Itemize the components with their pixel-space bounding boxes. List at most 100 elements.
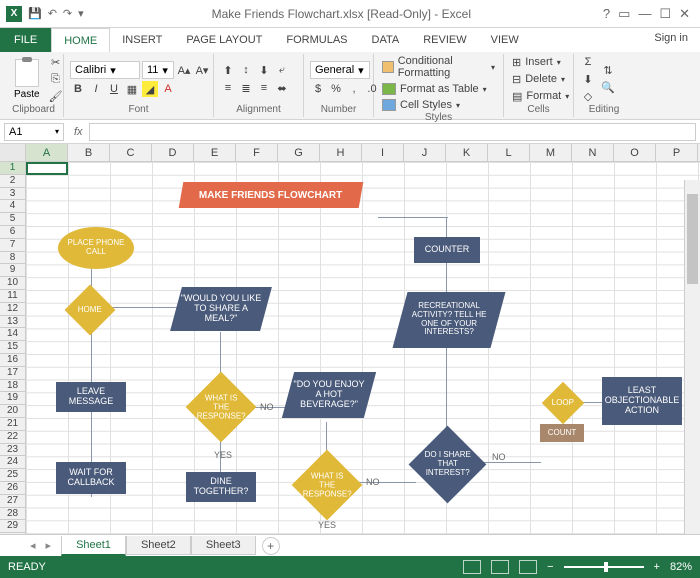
shape-loop[interactable]: LOOP bbox=[542, 382, 584, 424]
conditional-formatting-button[interactable]: Conditional Formatting▾ bbox=[380, 54, 497, 80]
font-size-dropdown[interactable]: 11▾ bbox=[142, 61, 174, 79]
tab-page-layout[interactable]: PAGE LAYOUT bbox=[174, 28, 274, 52]
maximize-icon[interactable]: ☐ bbox=[659, 6, 671, 22]
sort-filter-icon[interactable]: ⇅ bbox=[600, 63, 616, 79]
increase-font-icon[interactable]: A▴ bbox=[176, 62, 192, 78]
close-icon[interactable]: ✕ bbox=[679, 6, 690, 22]
row-header[interactable]: 24 bbox=[0, 456, 25, 469]
cell-grid[interactable]: MAKE FRIENDS FLOWCHART PLACE PHONE CALL … bbox=[26, 162, 700, 534]
align-top-icon[interactable]: ⬆ bbox=[220, 62, 236, 78]
format-cells-button[interactable]: ▤Format▾ bbox=[510, 89, 571, 104]
col-header[interactable]: J bbox=[404, 144, 446, 161]
font-color-button[interactable]: A bbox=[160, 81, 176, 97]
autosum-icon[interactable]: Σ bbox=[580, 54, 596, 70]
col-header[interactable]: P bbox=[656, 144, 698, 161]
row-header[interactable]: 28 bbox=[0, 508, 25, 521]
scroll-thumb[interactable] bbox=[687, 194, 698, 284]
row-header[interactable]: 26 bbox=[0, 482, 25, 495]
shape-count[interactable]: COUNT bbox=[540, 424, 584, 442]
row-header[interactable]: 17 bbox=[0, 367, 25, 380]
col-header[interactable]: M bbox=[530, 144, 572, 161]
row-header[interactable]: 15 bbox=[0, 341, 25, 354]
col-header[interactable]: E bbox=[194, 144, 236, 161]
row-header[interactable]: 4 bbox=[0, 200, 25, 213]
name-box[interactable]: A1▾ bbox=[4, 123, 64, 141]
view-normal-icon[interactable] bbox=[463, 560, 481, 574]
save-icon[interactable]: 💾 bbox=[28, 7, 42, 20]
sign-in-link[interactable]: Sign in bbox=[642, 28, 700, 52]
row-header[interactable]: 25 bbox=[0, 469, 25, 482]
shape-least-objectionable[interactable]: LEAST OBJECTIONABLE ACTION bbox=[602, 377, 682, 425]
tab-home[interactable]: HOME bbox=[51, 28, 110, 52]
minimize-icon[interactable]: — bbox=[638, 6, 651, 22]
col-header[interactable]: B bbox=[68, 144, 110, 161]
tab-review[interactable]: REVIEW bbox=[411, 28, 478, 52]
comma-icon[interactable]: , bbox=[346, 81, 362, 97]
row-header[interactable]: 10 bbox=[0, 277, 25, 290]
cell-styles-button[interactable]: Cell Styles▾ bbox=[380, 98, 497, 112]
row-header[interactable]: 12 bbox=[0, 303, 25, 316]
sheet-nav-left-icon[interactable]: ◂ bbox=[30, 539, 36, 552]
row-header[interactable]: 18 bbox=[0, 380, 25, 393]
paste-button[interactable]: Paste bbox=[10, 57, 44, 102]
align-center-icon[interactable]: ≣ bbox=[238, 80, 254, 96]
qat-dropdown-icon[interactable]: ▾ bbox=[78, 7, 84, 20]
row-header[interactable]: 19 bbox=[0, 392, 25, 405]
undo-icon[interactable]: ↶ bbox=[48, 7, 57, 20]
row-header[interactable]: 22 bbox=[0, 431, 25, 444]
shape-home[interactable]: HOME bbox=[65, 285, 116, 336]
col-header[interactable]: N bbox=[572, 144, 614, 161]
fill-color-button[interactable]: ◢ bbox=[142, 81, 158, 97]
row-header[interactable]: 5 bbox=[0, 213, 25, 226]
shape-hot-beverage[interactable]: "DO YOU ENJOY A HOT BEVERAGE?" bbox=[282, 372, 376, 418]
tab-formulas[interactable]: FORMULAS bbox=[274, 28, 359, 52]
select-all-corner[interactable] bbox=[0, 144, 26, 161]
redo-icon[interactable]: ↷ bbox=[63, 7, 72, 20]
underline-button[interactable]: U bbox=[106, 81, 122, 97]
find-select-icon[interactable]: 🔍 bbox=[600, 80, 616, 96]
sheet-tab-3[interactable]: Sheet3 bbox=[191, 536, 256, 555]
number-format-dropdown[interactable]: General▾ bbox=[310, 61, 370, 79]
merge-icon[interactable]: ⬌ bbox=[274, 80, 290, 96]
border-button[interactable]: ▦ bbox=[124, 81, 140, 97]
col-header[interactable]: O bbox=[614, 144, 656, 161]
row-header[interactable]: 1 bbox=[0, 162, 25, 175]
view-page-break-icon[interactable] bbox=[519, 560, 537, 574]
shape-response-1[interactable]: WHAT IS THE RESPONSE? bbox=[186, 372, 257, 443]
tab-insert[interactable]: INSERT bbox=[110, 28, 174, 52]
currency-icon[interactable]: $ bbox=[310, 81, 326, 97]
percent-icon[interactable]: % bbox=[328, 81, 344, 97]
row-header[interactable]: 11 bbox=[0, 290, 25, 303]
bold-button[interactable]: B bbox=[70, 81, 86, 97]
copy-icon[interactable]: ⎘ bbox=[48, 71, 64, 87]
sheet-tab-1[interactable]: Sheet1 bbox=[61, 536, 126, 556]
font-name-dropdown[interactable]: Calibri▾ bbox=[70, 61, 140, 79]
col-header[interactable]: D bbox=[152, 144, 194, 161]
shape-recreational[interactable]: RECREATIONAL ACTIVITY? TELL HE ONE OF YO… bbox=[392, 292, 505, 348]
align-bottom-icon[interactable]: ⬇ bbox=[256, 62, 272, 78]
row-header[interactable]: 14 bbox=[0, 328, 25, 341]
delete-cells-button[interactable]: ⊟Delete▾ bbox=[510, 72, 571, 87]
decrease-font-icon[interactable]: A▾ bbox=[194, 62, 210, 78]
col-header[interactable]: G bbox=[278, 144, 320, 161]
row-header[interactable]: 8 bbox=[0, 252, 25, 265]
row-header[interactable]: 27 bbox=[0, 495, 25, 508]
row-header[interactable]: 2 bbox=[0, 175, 25, 188]
zoom-out-button[interactable]: − bbox=[547, 561, 553, 573]
align-middle-icon[interactable]: ↕ bbox=[238, 62, 254, 78]
clear-icon[interactable]: ◇ bbox=[580, 88, 596, 104]
italic-button[interactable]: I bbox=[88, 81, 104, 97]
col-header[interactable]: L bbox=[488, 144, 530, 161]
col-header[interactable]: A bbox=[26, 144, 68, 161]
format-painter-icon[interactable]: 🖌 bbox=[48, 88, 64, 104]
zoom-level[interactable]: 82% bbox=[670, 561, 692, 573]
shape-start[interactable]: PLACE PHONE CALL bbox=[58, 227, 134, 269]
sheet-nav-right-icon[interactable]: ▸ bbox=[46, 539, 52, 552]
insert-cells-button[interactable]: ⊞Insert▾ bbox=[510, 55, 571, 70]
shape-dine-together[interactable]: DINE TOGETHER? bbox=[186, 472, 256, 502]
align-left-icon[interactable]: ≡ bbox=[220, 80, 236, 96]
tab-view[interactable]: VIEW bbox=[479, 28, 531, 52]
format-as-table-button[interactable]: Format as Table▾ bbox=[380, 82, 497, 96]
add-sheet-button[interactable]: + bbox=[262, 537, 280, 555]
help-icon[interactable]: ? bbox=[603, 6, 610, 22]
